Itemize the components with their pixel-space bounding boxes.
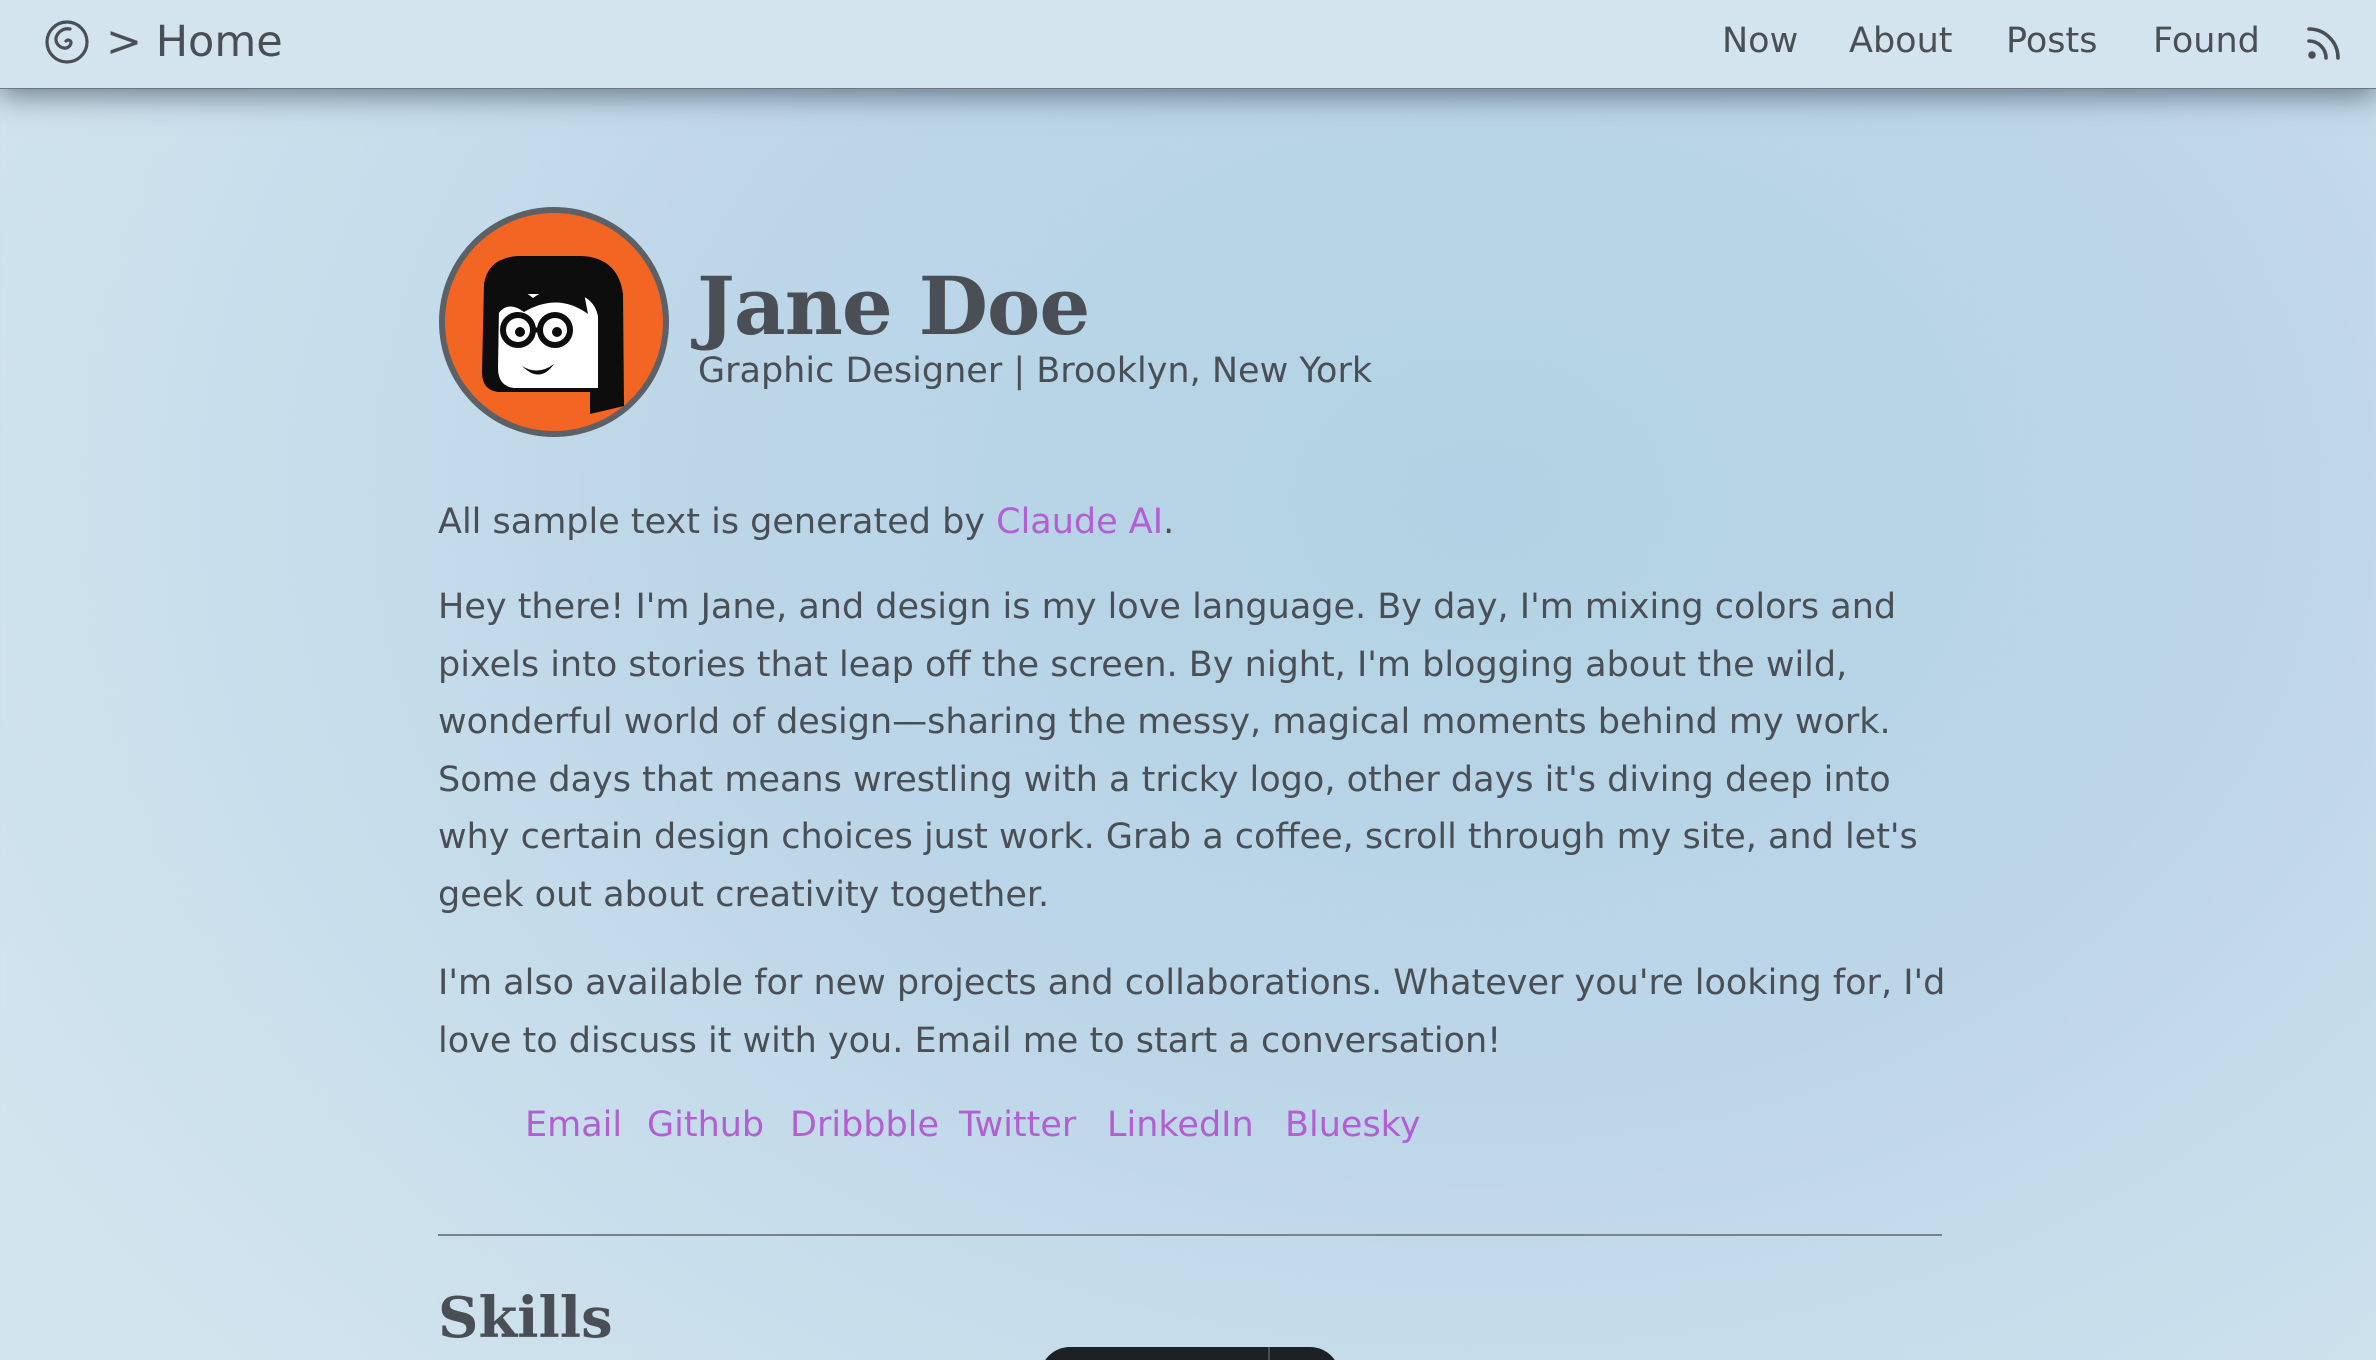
social-link-linkedin[interactable]: LinkedIn xyxy=(1107,1100,1254,1150)
social-link-bluesky[interactable]: Bluesky xyxy=(1285,1100,1420,1150)
profile-tagline: Graphic Designer | Brooklyn, New York xyxy=(698,351,1373,391)
home-link[interactable]: > Home xyxy=(106,14,283,70)
intro-suffix: . xyxy=(1163,502,1175,542)
profile-name: Jane Doe xyxy=(697,259,1090,353)
section-divider xyxy=(438,1234,1942,1236)
nav-item-about[interactable]: About xyxy=(1849,16,1952,66)
intro-prefix: All sample text is generated by xyxy=(438,502,997,542)
social-link-email[interactable]: Email xyxy=(525,1100,622,1150)
spiral-icon[interactable] xyxy=(44,19,90,65)
nav-item-posts[interactable]: Posts xyxy=(2006,16,2097,66)
social-link-github[interactable]: Github xyxy=(647,1100,764,1150)
skills-heading: Skills xyxy=(438,1285,613,1351)
claude-ai-link[interactable]: Claude AI xyxy=(996,502,1163,542)
social-link-dribbble[interactable]: Dribbble xyxy=(790,1100,939,1150)
social-link-twitter[interactable]: Twitter xyxy=(959,1100,1076,1150)
intro-text: All sample text is generated by Claude A… xyxy=(438,494,1958,552)
availability-paragraph: I'm also available for new projects and … xyxy=(438,963,1946,1061)
nav-item-found[interactable]: Found xyxy=(2153,16,2260,66)
floating-toolbar[interactable] xyxy=(1040,1347,1340,1360)
profile-avatar xyxy=(439,207,669,437)
nav-item-now[interactable]: Now xyxy=(1722,16,1798,66)
bio-paragraph: Hey there! I'm Jane, and design is my lo… xyxy=(438,587,1918,915)
top-navigation-bar: > Home Now About Posts Found xyxy=(0,0,2376,89)
toolbar-separator xyxy=(1268,1347,1270,1360)
rss-icon[interactable] xyxy=(2306,23,2344,61)
